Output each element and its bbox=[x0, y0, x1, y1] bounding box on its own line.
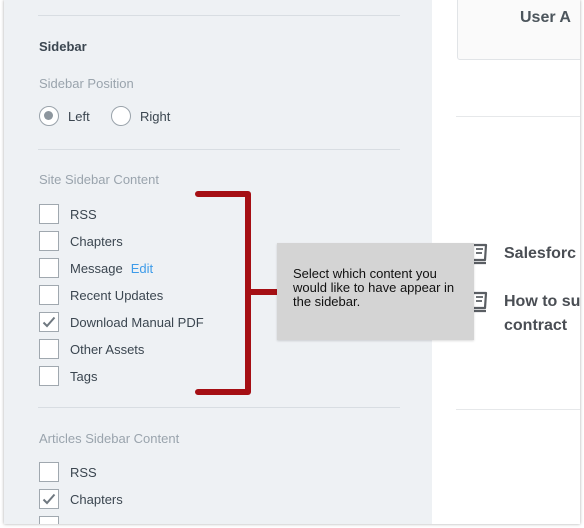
checkmark-icon bbox=[42, 316, 56, 328]
checkbox-row-articles-rss[interactable]: RSS bbox=[39, 462, 97, 482]
checkmark-icon bbox=[42, 493, 56, 505]
radio-right-control[interactable] bbox=[111, 106, 131, 126]
checkbox[interactable] bbox=[39, 339, 59, 359]
checkbox[interactable] bbox=[39, 231, 59, 251]
checkbox-row-tags[interactable]: Tags bbox=[39, 366, 97, 386]
checkbox-row-chapters[interactable]: Chapters bbox=[39, 231, 123, 251]
checkbox-row-download-manual-pdf[interactable]: Download Manual PDF bbox=[39, 312, 204, 332]
document-title-line: How to su bbox=[504, 293, 580, 310]
checkbox-label: Download Manual PDF bbox=[70, 314, 204, 330]
checkbox-row-rss[interactable]: RSS bbox=[39, 204, 97, 224]
window-frame: Sidebar Sidebar Position Left Right Site… bbox=[4, 0, 580, 524]
divider bbox=[456, 116, 580, 117]
document-title: Salesforc bbox=[504, 245, 577, 262]
checkbox[interactable] bbox=[39, 258, 59, 278]
radio-left-label: Left bbox=[68, 108, 90, 124]
sidebar-position-label: Sidebar Position bbox=[39, 76, 134, 91]
site-sidebar-content-label: Site Sidebar Content bbox=[39, 172, 159, 187]
checkbox-row-recent-updates[interactable]: Recent Updates bbox=[39, 285, 163, 305]
checkbox-row-other-assets[interactable]: Other Assets bbox=[39, 339, 144, 359]
radio-left-control[interactable] bbox=[39, 106, 59, 126]
document-link[interactable]: Salesforc bbox=[468, 242, 576, 266]
section-title: Sidebar bbox=[39, 39, 87, 54]
checkbox-row-articles-chapters[interactable]: Chapters bbox=[39, 489, 123, 509]
user-card-name: User A bbox=[520, 9, 571, 26]
divider bbox=[38, 15, 400, 16]
checkbox-label: RSS bbox=[70, 464, 97, 480]
checkbox-checked[interactable] bbox=[39, 312, 59, 332]
checkbox-label: Recent Updates bbox=[70, 287, 164, 303]
checkbox[interactable] bbox=[39, 366, 59, 386]
checkbox[interactable] bbox=[39, 462, 59, 482]
document-title: How to su contract bbox=[504, 290, 580, 338]
annotation-callout: Select which content you would like to h… bbox=[277, 243, 474, 340]
divider bbox=[38, 149, 400, 150]
divider bbox=[456, 409, 580, 410]
divider bbox=[38, 407, 400, 408]
checkbox-label: Chapters bbox=[70, 233, 123, 249]
checkbox-row-message[interactable]: Message Edit bbox=[39, 258, 153, 278]
articles-sidebar-content-label: Articles Sidebar Content bbox=[39, 431, 180, 446]
radio-right-label: Right bbox=[140, 108, 171, 124]
user-card[interactable]: User A bbox=[457, 0, 580, 60]
checkbox[interactable] bbox=[39, 204, 59, 224]
radio-right[interactable]: Right bbox=[111, 106, 170, 126]
checkbox-label: RSS bbox=[70, 206, 97, 222]
checkbox-label: Message bbox=[70, 260, 123, 276]
checkbox-checked[interactable] bbox=[39, 489, 59, 509]
radio-left[interactable]: Left bbox=[39, 106, 90, 126]
document-title-line: contract bbox=[504, 317, 568, 334]
checkbox-label: Other Assets bbox=[70, 341, 145, 357]
checkbox-label: Tags bbox=[70, 368, 98, 384]
document-link[interactable]: How to su contract bbox=[468, 290, 580, 338]
edit-message-link[interactable]: Edit bbox=[131, 261, 153, 276]
checkbox[interactable] bbox=[39, 516, 59, 524]
checkbox[interactable] bbox=[39, 285, 59, 305]
checkbox-row-partial[interactable] bbox=[39, 516, 70, 524]
checkbox-label: Chapters bbox=[70, 491, 123, 507]
